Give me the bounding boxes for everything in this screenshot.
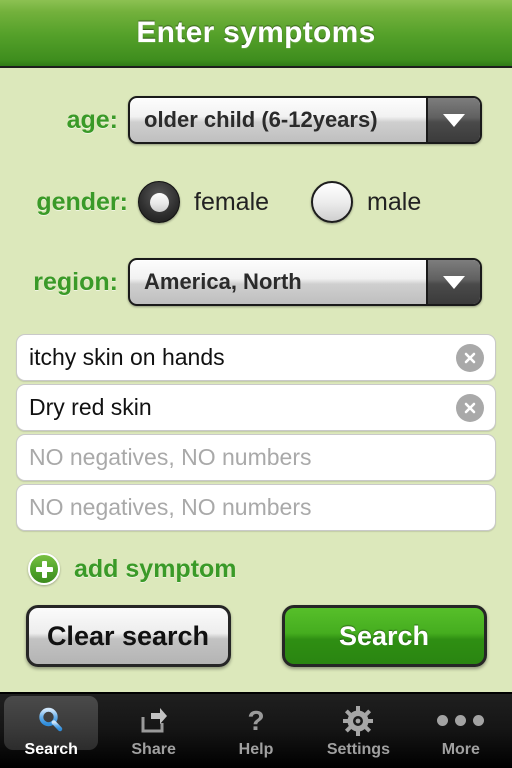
tab-search[interactable]: Search (0, 694, 102, 768)
symptom-input-row[interactable]: NO negatives, NO numbers (16, 434, 496, 481)
region-select[interactable]: America, North (128, 258, 482, 306)
symptom-input-placeholder[interactable]: NO negatives, NO numbers (17, 444, 495, 471)
chevron-down-icon (443, 275, 465, 289)
symptom-input-row[interactable]: itchy skin on hands (16, 334, 496, 381)
gender-label: gender: (36, 187, 128, 216)
radio-selected-icon[interactable] (138, 181, 180, 223)
clear-search-button[interactable]: Clear search (25, 605, 231, 667)
tab-help[interactable]: ? Help (205, 694, 307, 768)
search-icon (32, 704, 70, 738)
ellipsis-icon (437, 704, 485, 738)
tab-settings[interactable]: Settings (307, 694, 409, 768)
add-symptom-label: add symptom (74, 554, 237, 583)
age-select-arrow-button[interactable] (426, 98, 480, 142)
page-title: Enter symptoms (136, 16, 376, 49)
region-field-row: region: America, North (0, 256, 512, 308)
symptom-input-placeholder[interactable]: NO negatives, NO numbers (17, 494, 495, 521)
bottom-tab-bar: Search Share ? Help Settings More (0, 692, 512, 768)
tab-more[interactable]: More (410, 694, 512, 768)
clear-symptom-button[interactable] (456, 393, 484, 422)
search-button[interactable]: Search (281, 605, 487, 667)
age-select[interactable]: older child (6-12years) (128, 96, 482, 144)
svg-text:?: ? (247, 705, 264, 736)
region-select-arrow-button[interactable] (426, 260, 480, 304)
chevron-down-icon (443, 113, 465, 127)
age-label: age: (66, 105, 118, 134)
gender-radio-group: female male (138, 181, 421, 223)
tab-share[interactable]: Share (102, 694, 204, 768)
radio-unselected-icon[interactable] (311, 181, 354, 223)
tab-settings-label: Settings (326, 740, 390, 758)
region-label: region: (33, 267, 118, 296)
add-symptom-button[interactable]: add symptom (28, 553, 237, 585)
region-select-value: America, North (144, 269, 302, 294)
gender-field-row: gender: female male (0, 176, 512, 228)
age-select-value: older child (6-12years) (144, 107, 378, 132)
close-icon (464, 402, 476, 413)
question-mark-icon: ? (237, 704, 275, 738)
tab-search-label: Search (24, 740, 78, 758)
symptom-input-row[interactable]: NO negatives, NO numbers (16, 484, 496, 531)
clear-symptom-button[interactable] (456, 343, 484, 372)
gear-icon (339, 704, 377, 738)
tab-help-label: Help (238, 740, 274, 758)
app-header: Enter symptoms (0, 0, 512, 68)
tab-more-label: More (441, 740, 480, 758)
symptom-input-value[interactable]: itchy skin on hands (17, 344, 495, 371)
symptom-input-row[interactable]: Dry red skin (16, 384, 496, 431)
share-icon (135, 704, 173, 738)
tab-share-label: Share (131, 740, 176, 758)
close-icon (464, 352, 476, 363)
gender-option-male[interactable]: male (311, 181, 421, 223)
gender-option-female-label: female (194, 187, 270, 216)
gender-option-male-label: male (367, 187, 422, 216)
gender-option-female[interactable]: female (138, 181, 269, 223)
symptom-input-value[interactable]: Dry red skin (17, 394, 495, 421)
symptom-input-list: itchy skin on hands Dry red skin NO nega… (16, 334, 496, 534)
age-field-row: age: older child (6-12years) (0, 94, 512, 146)
plus-circle-icon (28, 553, 60, 585)
action-button-bar: Clear search Search (0, 605, 512, 667)
